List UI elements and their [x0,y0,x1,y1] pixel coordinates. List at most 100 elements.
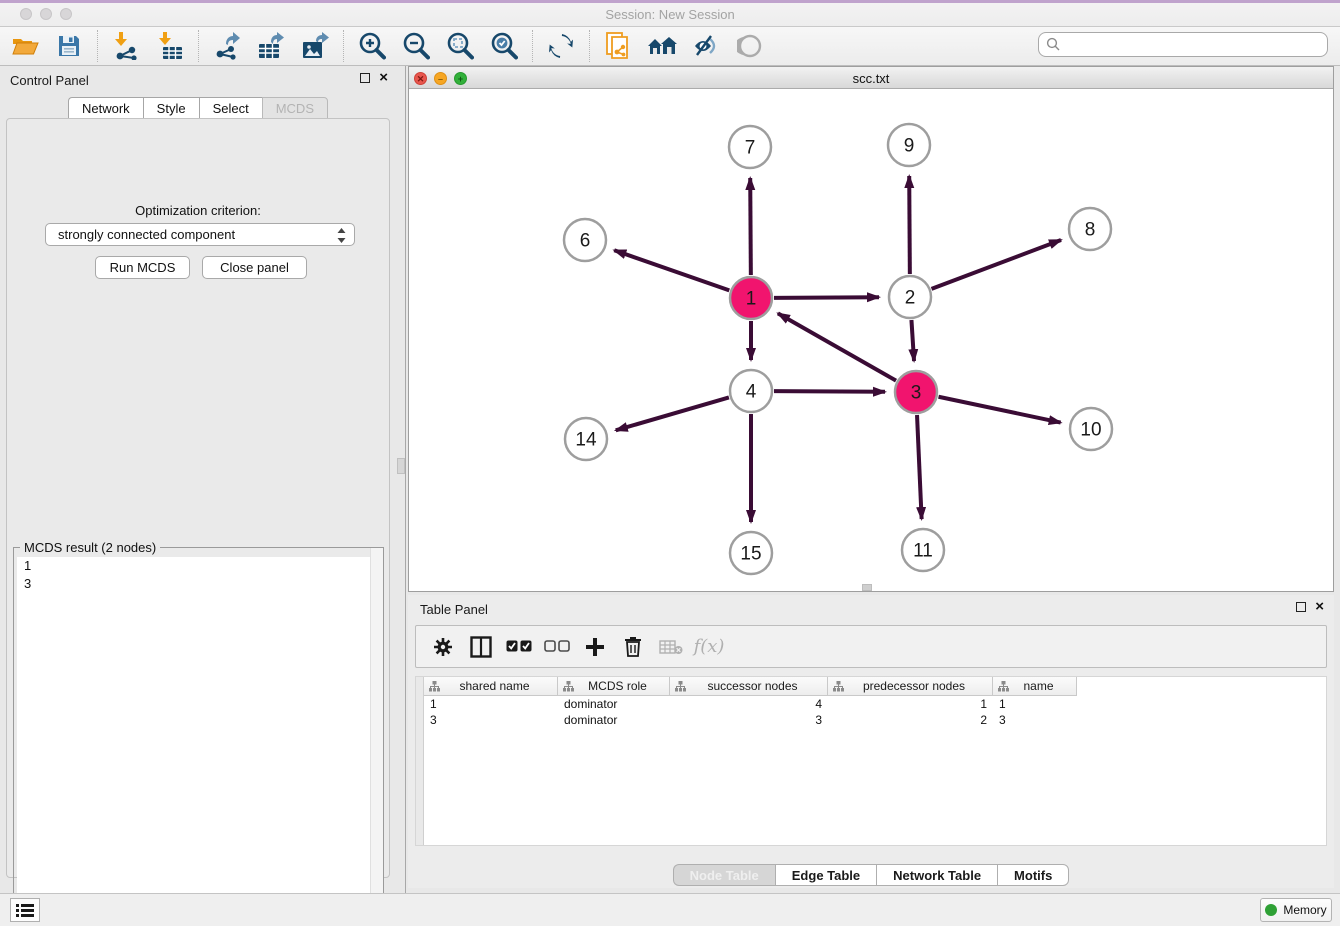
status-bar: Memory [0,893,1340,926]
show-hide-graphics-details-icon[interactable] [689,31,723,61]
zoom-fit-icon[interactable] [443,31,477,61]
add-column-icon[interactable] [580,632,610,662]
search-input[interactable] [1038,32,1328,57]
panel-splitter[interactable] [396,66,408,893]
graph-node-14[interactable]: 14 [565,418,607,460]
home-icon[interactable] [645,31,679,61]
edge-2-9[interactable] [909,176,910,274]
graph-node-9[interactable]: 9 [888,124,930,166]
edge-3-1[interactable] [778,313,896,380]
cell-MCDS-role[interactable]: dominator [558,696,670,712]
edge-4-14[interactable] [616,397,729,430]
level-of-detail-icon[interactable] [733,31,767,61]
tab-node-table[interactable]: Node Table [673,864,775,886]
select-all-checkboxes-icon[interactable] [504,632,534,662]
mcds-result-text[interactable]: 13 [17,557,380,921]
float-panel-icon[interactable] [360,73,370,83]
edge-1-6[interactable] [614,250,729,290]
toolbar-separator [589,30,590,62]
close-panel-icon[interactable]: × [379,73,388,83]
edge-4-3[interactable] [774,391,885,392]
split-columns-icon[interactable] [466,632,496,662]
graph-node-7[interactable]: 7 [729,126,771,168]
edge-2-8[interactable] [932,240,1061,289]
splitter-grip[interactable] [397,458,405,474]
tab-network-table[interactable]: Network Table [876,864,997,886]
node-label: 1 [746,289,757,310]
import-table-icon[interactable] [153,31,187,61]
table-row[interactable]: 3dominator323 [424,712,1077,728]
cell-name[interactable]: 1 [993,696,1077,712]
close-panel-button[interactable]: Close panel [202,256,307,279]
task-history-button[interactable] [10,898,40,922]
delete-column-icon[interactable] [618,632,648,662]
export-network-icon[interactable] [210,31,244,61]
node-label: 14 [575,430,597,451]
edge-3-10[interactable] [939,397,1061,423]
column-header-name[interactable]: name [993,677,1077,696]
tab-mcds[interactable]: MCDS [262,97,328,119]
zoom-out-icon[interactable] [399,31,433,61]
edge-1-2[interactable] [774,297,879,298]
control-panel-tabs: NetworkStyleSelectMCDS [0,97,396,119]
delete-table-icon[interactable] [656,632,686,662]
network-canvas[interactable]: 7 9 6 8 1 2 4 3 14 10 15 11 [409,89,1333,591]
tab-style[interactable]: Style [143,97,199,119]
cell-shared-name[interactable]: 1 [424,696,558,712]
network-window-titlebar[interactable]: ✕ – + scc.txt [409,67,1333,89]
column-header-successor-nodes[interactable]: successor nodes [670,677,828,696]
float-table-panel-icon[interactable] [1296,602,1306,612]
criterion-select[interactable]: strongly connected component [45,223,355,246]
node-table[interactable]: shared name MCDS rolesuccessor nodesprede… [415,676,1327,846]
zoom-selected-icon[interactable] [487,31,521,61]
graph-node-3[interactable]: 3 [895,371,937,413]
open-session-icon[interactable] [8,31,42,61]
table-row[interactable]: 1dominator411 [424,696,1077,712]
copy-current-network-icon[interactable] [601,31,635,61]
memory-button[interactable]: Memory [1260,898,1332,922]
column-header-label: MCDS role [578,679,669,693]
tab-network[interactable]: Network [68,97,143,119]
export-table-icon[interactable] [254,31,288,61]
edge-2-3[interactable] [911,320,914,361]
cell-shared-name[interactable]: 3 [424,712,558,728]
graph-node-8[interactable]: 8 [1069,208,1111,250]
save-session-icon[interactable] [52,31,86,61]
tab-motifs[interactable]: Motifs [997,864,1069,886]
import-network-icon[interactable] [109,31,143,61]
zoom-in-icon[interactable] [355,31,389,61]
result-scrollbar[interactable] [370,548,383,924]
settings-icon[interactable] [428,632,458,662]
column-header-MCDS-role[interactable]: MCDS role [558,677,670,696]
graph-node-6[interactable]: 6 [564,219,606,261]
edge-3-11[interactable] [917,415,922,519]
node-label: 10 [1080,420,1101,441]
tab-select[interactable]: Select [199,97,262,119]
cell-predecessor-nodes[interactable]: 1 [828,696,993,712]
export-image-icon[interactable] [298,31,332,61]
table-panel-header: Table Panel × [408,595,1334,623]
mcds-panel: Optimization criterion: strongly connect… [6,118,390,878]
edge-1-7[interactable] [750,178,751,275]
network-resize-grip[interactable] [862,584,872,591]
network-graph[interactable]: 7 9 6 8 1 2 4 3 14 10 15 11 [409,89,1333,591]
graph-node-2[interactable]: 2 [889,276,931,318]
close-table-panel-icon[interactable]: × [1315,602,1324,612]
apply-layout-icon[interactable] [544,31,578,61]
cell-MCDS-role[interactable]: dominator [558,712,670,728]
graph-node-15[interactable]: 15 [730,532,772,574]
cell-successor-nodes[interactable]: 4 [670,696,828,712]
run-mcds-button[interactable]: Run MCDS [95,256,190,279]
cell-name[interactable]: 3 [993,712,1077,728]
graph-node-4[interactable]: 4 [730,370,772,412]
graph-node-11[interactable]: 11 [902,529,944,571]
function-builder-icon[interactable]: f(x) [694,632,724,662]
graph-node-1[interactable]: 1 [730,277,772,319]
cell-successor-nodes[interactable]: 3 [670,712,828,728]
graph-node-10[interactable]: 10 [1070,408,1112,450]
tab-edge-table[interactable]: Edge Table [775,864,876,886]
column-header-shared-name[interactable]: shared name [424,677,558,696]
cell-predecessor-nodes[interactable]: 2 [828,712,993,728]
deselect-all-checkboxes-icon[interactable] [542,632,572,662]
column-header-predecessor-nodes[interactable]: predecessor nodes [828,677,993,696]
